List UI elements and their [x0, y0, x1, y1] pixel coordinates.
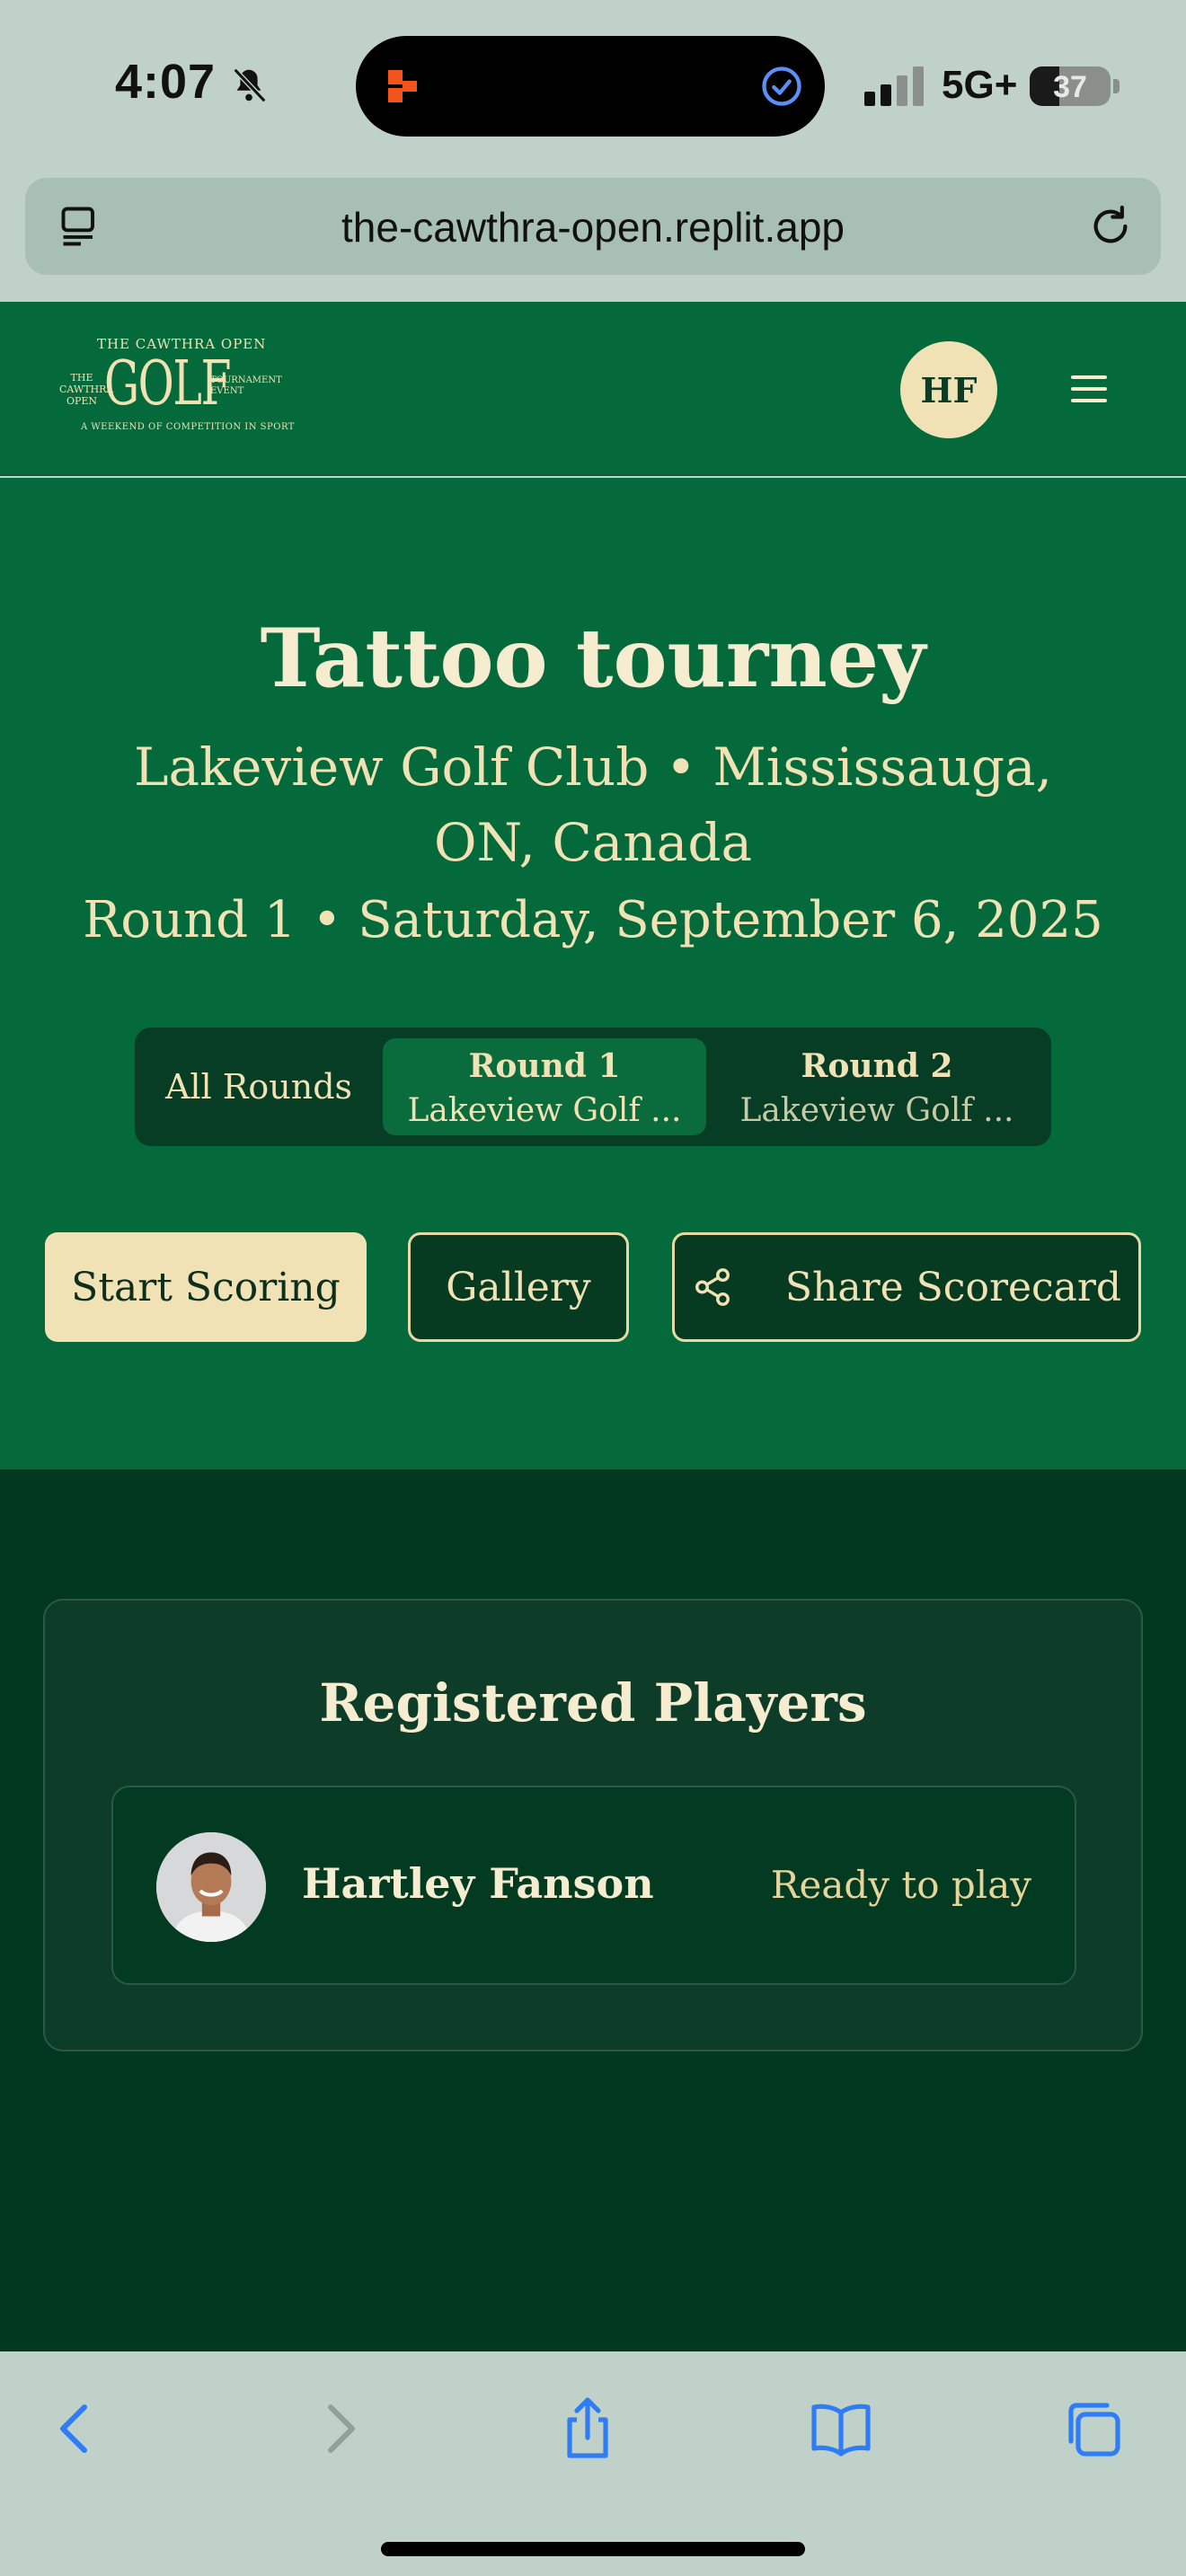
address-bar[interactable]: the-cawthra-open.replit.app — [25, 178, 1161, 275]
logo-bottom-line: A WEEKEND OF COMPETITION IN SPORT — [81, 422, 295, 432]
start-scoring-button[interactable]: Start Scoring — [45, 1232, 367, 1342]
players-title: Registered Players — [319, 1672, 867, 1734]
url-text[interactable]: the-cawthra-open.replit.app — [25, 203, 1161, 251]
check-circle-icon — [762, 66, 801, 106]
signal-icon — [864, 66, 924, 106]
app-activity-icon — [388, 70, 417, 102]
tabs-icon[interactable] — [1057, 2393, 1128, 2465]
share-sheet-icon[interactable] — [552, 2393, 624, 2465]
bookmarks-icon[interactable] — [805, 2393, 877, 2465]
hamburger-menu-icon[interactable] — [1071, 374, 1107, 404]
tab-round-2-label: Round 2 — [801, 1047, 953, 1085]
tab-round-1-label: Round 1 — [468, 1047, 621, 1085]
reload-icon[interactable] — [1085, 201, 1136, 251]
browser-toolbar — [0, 2351, 1186, 2576]
player-row[interactable]: Hartley Fanson Ready to play — [111, 1786, 1076, 1985]
app-header: THE CAWTHRA OPEN THE CAWTHRA OPEN GOLF T… — [0, 302, 1186, 476]
round-date-text: Round 1 • Saturday, September 6, 2025 — [83, 891, 1103, 949]
round-tabs: All Rounds Round 1 Lakeview Golf ... Rou… — [135, 1028, 1051, 1146]
dynamic-island — [356, 36, 825, 137]
tab-all-rounds[interactable]: All Rounds — [135, 1038, 383, 1135]
battery-icon: 37 — [1030, 66, 1111, 106]
forward-icon[interactable] — [302, 2393, 374, 2465]
players-section: Registered Players Hartley Fanson Ready … — [0, 1469, 1186, 2351]
share-scorecard-label: Share Scorecard — [784, 1264, 1122, 1310]
status-time: 4:07 — [115, 55, 217, 109]
battery-label: 37 — [1053, 70, 1087, 104]
share-icon — [695, 1268, 730, 1306]
battery-nub — [1113, 79, 1120, 93]
status-bar: 4:07 5G+ 37 — [0, 0, 1186, 171]
registered-players-card: Registered Players Hartley Fanson Ready … — [43, 1599, 1143, 2051]
gallery-button[interactable]: Gallery — [408, 1232, 629, 1342]
page-title: Tattoo tourney — [260, 611, 926, 706]
player-avatar — [156, 1832, 266, 1942]
user-avatar[interactable]: HF — [900, 341, 997, 438]
tournament-hero: Tattoo tourney Lakeview Golf Club • Miss… — [0, 478, 1186, 1469]
tab-round-1[interactable]: Round 1 Lakeview Golf ... — [383, 1038, 706, 1135]
back-icon[interactable] — [41, 2393, 113, 2465]
player-name: Hartley Fanson — [302, 1859, 654, 1908]
tab-round-2[interactable]: Round 2 Lakeview Golf ... — [715, 1038, 1039, 1135]
logo-right-text: TOURNAMENT EVENT — [210, 375, 282, 396]
bell-slash-icon — [233, 67, 267, 103]
cawthra-open-logo[interactable]: THE CAWTHRA OPEN THE CAWTHRA OPEN GOLF T… — [59, 329, 294, 446]
network-label: 5G+ — [942, 63, 1018, 107]
home-indicator[interactable] — [381, 2542, 805, 2556]
player-status: Ready to play — [770, 1863, 1031, 1907]
logo-left-text: THE CAWTHRA OPEN — [59, 372, 114, 407]
tab-round-2-course: Lakeview Golf ... — [739, 1092, 1014, 1129]
venue-text: Lakeview Golf Club • Mississauga, ON, Ca… — [133, 737, 1053, 873]
share-scorecard-button[interactable]: Share Scorecard — [672, 1232, 1141, 1342]
tab-round-1-course: Lakeview Golf ... — [407, 1092, 682, 1129]
